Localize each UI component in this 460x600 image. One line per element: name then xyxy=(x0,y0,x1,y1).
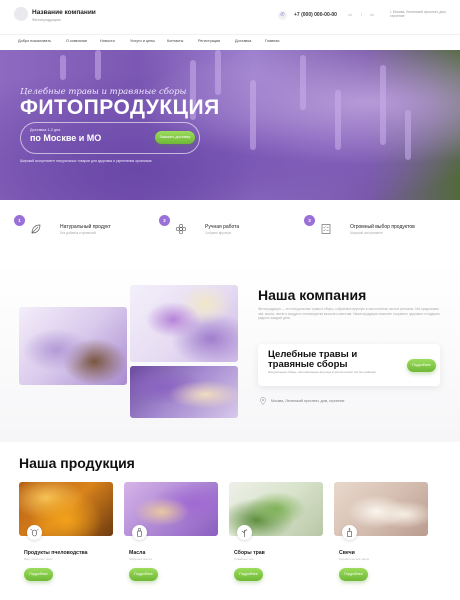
company-description: Фитопродукция — это натуральные травы и … xyxy=(258,307,441,321)
header: Название компании Фитопродукция ✆ +7 (00… xyxy=(0,0,460,32)
nav-item-news[interactable]: Новости xyxy=(100,39,115,43)
product-name: Сборы трав xyxy=(234,550,265,556)
feature-number: 2 xyxy=(159,215,170,226)
facebook-icon[interactable]: f xyxy=(361,12,362,17)
bee-icon xyxy=(27,525,42,540)
product-description: Мёд, прополис, воск xyxy=(24,557,53,561)
ok-icon[interactable]: ok xyxy=(370,12,374,17)
checklist-icon xyxy=(321,224,331,234)
lavender-decor xyxy=(95,50,101,80)
leaf-icon xyxy=(31,224,41,234)
feature-number: 1 xyxy=(14,215,25,226)
nav-item-services[interactable]: Услуги и цены xyxy=(130,39,155,43)
product-description: Ароматические свечи xyxy=(339,557,370,561)
product-name: Продукты пчеловодства xyxy=(24,550,88,556)
feature-title: Ручная работа xyxy=(205,224,240,230)
lavender-decor xyxy=(300,55,306,110)
company-photo-oils xyxy=(130,285,238,362)
company-photo-soap xyxy=(130,366,238,418)
lavender-decor xyxy=(405,110,411,160)
hero-title: ФИТОПРОДУКЦИЯ xyxy=(20,96,220,119)
nav-item-home[interactable]: Главная xyxy=(265,39,279,43)
product-more-button[interactable]: Подробнее xyxy=(24,568,53,581)
delivery-area: по Москве и МО xyxy=(30,133,102,143)
header-address: г. Москва, Ленинский проспект, дом, стро… xyxy=(390,10,447,18)
nav-item-welcome[interactable]: Добро пожаловать xyxy=(18,39,51,43)
herbs-card-text: Натуральные сборы, заготовленные вручную… xyxy=(268,370,376,374)
phone-number[interactable]: +7 (000) 000-00-00 xyxy=(294,12,337,18)
nav-item-about[interactable]: О компании xyxy=(66,39,87,43)
lavender-decor xyxy=(215,50,221,95)
feature-subtitle: Широкий ассортимент xyxy=(350,231,383,235)
feature-item: 3 Огромный выбор продуктов Широкий ассор… xyxy=(304,215,444,247)
company-address: Москва, Ленинский проспект, дом, строени… xyxy=(271,399,345,403)
company-name[interactable]: Название компании xyxy=(32,9,96,16)
hero-description: Широкий ассортимент натуральных товаров … xyxy=(20,159,152,163)
main-nav: Добро пожаловать О компании Новости Услу… xyxy=(0,34,460,47)
lavender-decor xyxy=(335,90,341,150)
delivery-time: Доставка 1-2 дня xyxy=(30,128,61,132)
product-name: Свечи xyxy=(339,550,355,556)
herbs-more-button[interactable]: Подробнее xyxy=(407,359,436,372)
flower-icon xyxy=(175,223,187,235)
location-pin-icon xyxy=(260,397,266,405)
bottle-icon xyxy=(132,525,147,540)
feature-subtitle: Без добавок и примесей xyxy=(60,231,97,235)
nav-item-registration[interactable]: Регистрация xyxy=(198,39,220,43)
vk-icon[interactable]: vk xyxy=(348,12,352,17)
herbs-card-title: Целебные травы и травяные сборы xyxy=(268,349,358,370)
logo[interactable] xyxy=(14,7,28,21)
lavender-decor xyxy=(380,65,386,145)
product-description: Травяные чаи xyxy=(234,557,254,561)
candle-icon xyxy=(342,525,357,540)
lavender-decor xyxy=(60,55,66,80)
company-title: Наша компания xyxy=(258,287,367,303)
feature-title: Огромный выбор продуктов xyxy=(350,224,415,230)
product-name: Масла xyxy=(129,550,146,556)
herb-icon xyxy=(237,525,252,540)
product-more-button[interactable]: Подробнее xyxy=(234,568,263,581)
phone-icon: ✆ xyxy=(278,11,287,20)
company-photo-bath-salt xyxy=(19,307,127,385)
nav-item-delivery[interactable]: Доставка xyxy=(235,39,251,43)
order-delivery-button[interactable]: Заказать доставку xyxy=(155,131,195,144)
company-subtitle: Фитопродукция xyxy=(32,17,61,22)
products-title: Наша продукция xyxy=(19,455,135,471)
product-more-button[interactable]: Подробнее xyxy=(339,568,368,581)
product-description: Эфирные масла xyxy=(129,557,152,561)
nav-item-contacts[interactable]: Контакты xyxy=(167,39,183,43)
feature-item: 1 Натуральный продукт Без добавок и прим… xyxy=(14,215,154,247)
feature-title: Натуральный продукт xyxy=(60,224,111,230)
feature-item: 2 Ручная работа Собрано вручную xyxy=(159,215,299,247)
feature-number: 3 xyxy=(304,215,315,226)
lavender-decor xyxy=(250,80,256,150)
product-more-button[interactable]: Подробнее xyxy=(129,568,158,581)
feature-subtitle: Собрано вручную xyxy=(205,231,232,235)
